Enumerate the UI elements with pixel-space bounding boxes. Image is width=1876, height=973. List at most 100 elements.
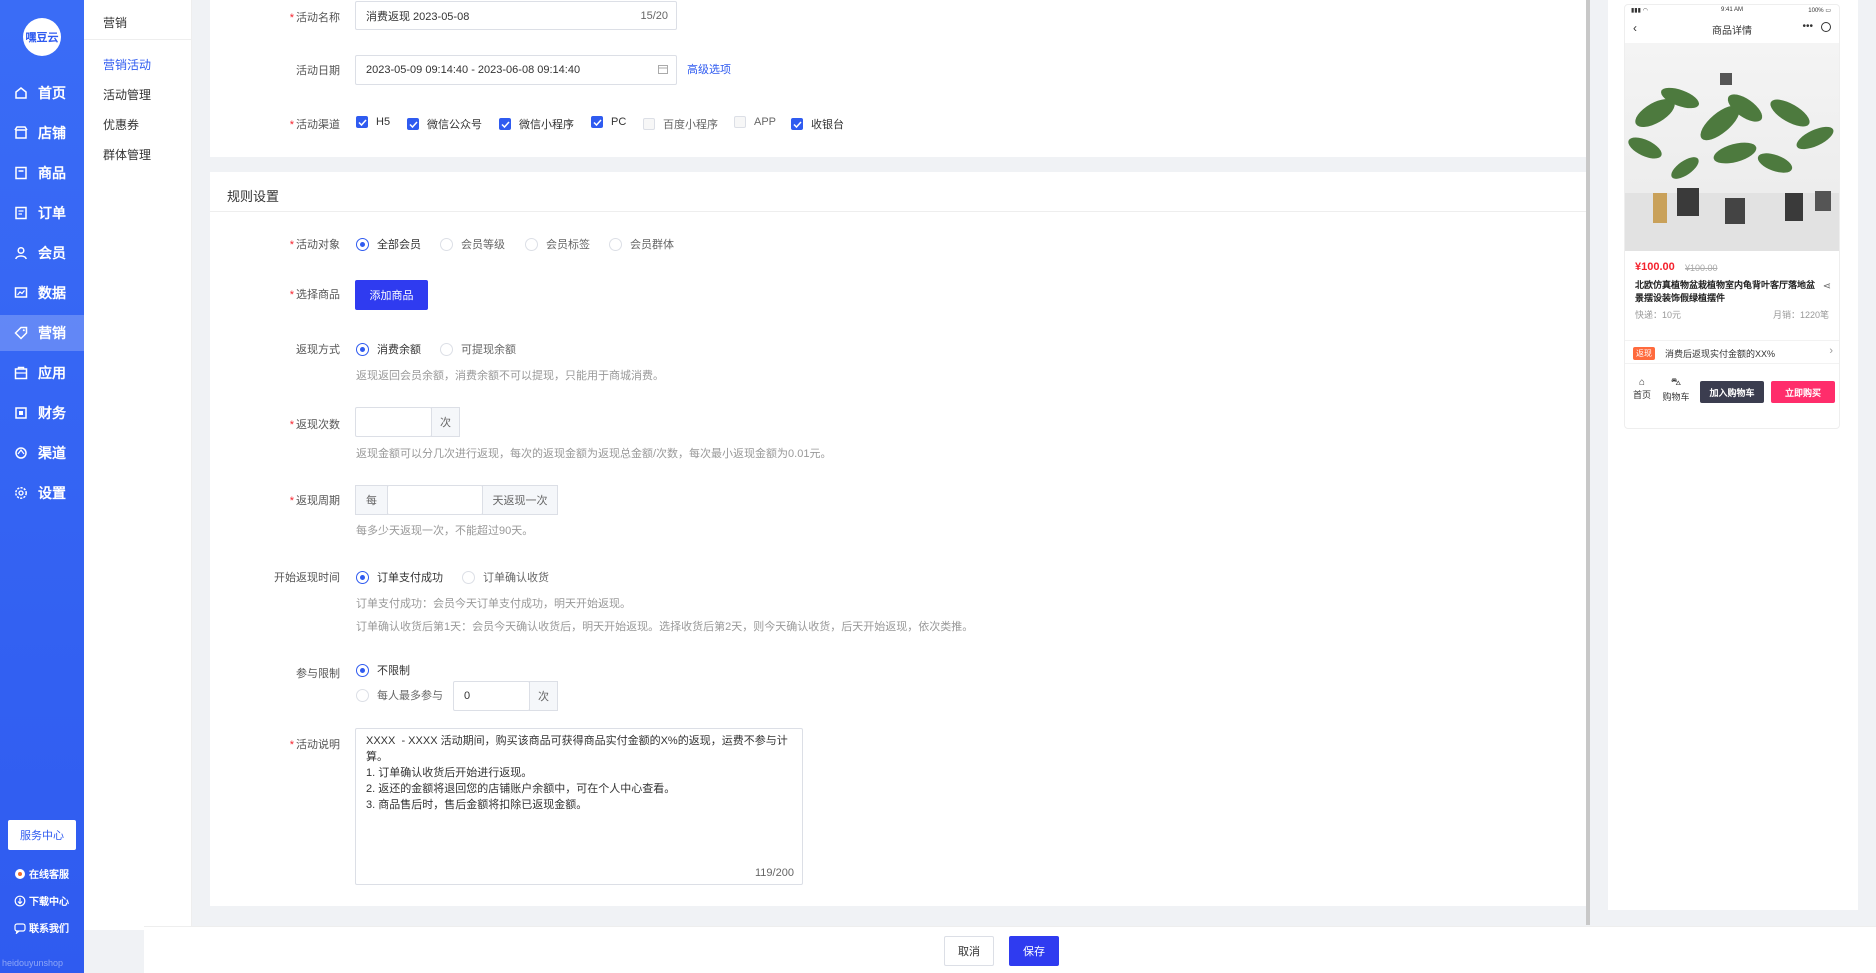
target-radio-all[interactable]: 全部会员 xyxy=(356,236,421,252)
scrollbar[interactable] xyxy=(1586,0,1590,925)
subnav-item-coupon[interactable]: 优惠券 xyxy=(103,116,139,133)
nav-item-home[interactable]: 首页 xyxy=(0,75,84,111)
nav-label: 财务 xyxy=(38,405,66,421)
product-sold: 月销：1220笔 xyxy=(1772,310,1829,320)
chart-icon xyxy=(14,286,28,300)
message-icon xyxy=(14,922,26,934)
rebate-text: 消费后返现实付金额的XX% xyxy=(1665,349,1776,359)
save-button[interactable]: 保存 xyxy=(1009,936,1059,966)
battery-status: 100% ▭ xyxy=(1808,8,1831,14)
times-help: 返现金额可以分几次进行返现，每次的返现金额为返现总金额/次数，每次最小返现金额为… xyxy=(356,448,832,460)
limit-radio-each[interactable]: 每人最多参与 xyxy=(356,687,443,703)
nav-item-member[interactable]: 会员 xyxy=(0,235,84,271)
channel-checkbox-wechat-official[interactable]: 微信公众号 xyxy=(407,116,482,132)
method-help: 返现返回会员余额，消费余额不可以提现，只能用于商城消费。 xyxy=(356,370,664,382)
activity-date-picker[interactable]: 2023-05-09 09:14:40 - 2023-06-08 09:14:4… xyxy=(355,55,677,85)
cancel-button[interactable]: 取消 xyxy=(944,936,994,966)
phone-frame: ▮▮▮ ◠ 9:41 AM 100% ▭ ‹ 商品详情 ••• ¥100.00 … xyxy=(1624,4,1840,429)
subnav-item-group-manage[interactable]: 群体管理 xyxy=(103,146,151,163)
cart-icon: ⛍ xyxy=(1670,377,1682,388)
buy-now-button[interactable]: 立即购买 xyxy=(1771,381,1835,403)
tag-icon xyxy=(14,326,28,340)
nav-item-data[interactable]: 数据 xyxy=(0,275,84,311)
channel-checkbox-cashier[interactable]: 收银台 xyxy=(791,116,844,132)
price-card: ¥100.00 ¥100.00 北欧仿真植物盆栽植物室内龟背叶客厅落地盆景摆设装… xyxy=(1629,251,1837,331)
activity-date-label: 活动日期 xyxy=(296,65,340,77)
channel-checkbox-pc[interactable]: PC xyxy=(591,116,626,128)
advanced-options-link[interactable]: 高级选项 xyxy=(687,61,731,77)
download-icon xyxy=(14,895,26,907)
sub-nav: 营销 营销活动 活动管理 优惠券 群体管理 xyxy=(84,0,192,930)
nav-item-app[interactable]: 应用 xyxy=(0,355,84,391)
start-radio-received[interactable]: 订单确认收货 xyxy=(462,569,549,585)
nav-item-shop[interactable]: 店铺 xyxy=(0,115,84,151)
activity-name-input[interactable]: 消费返现 2023-05-08 15/20 xyxy=(355,1,677,30)
shop-icon xyxy=(14,126,28,140)
nav-item-channel[interactable]: 渠道 xyxy=(0,435,84,471)
desc-textarea[interactable]: XXXX - XXXX 活动期间，购买该商品可获得商品实付金额的X%的返现，运费… xyxy=(355,728,803,885)
method-radio-withdraw[interactable]: 可提现余额 xyxy=(440,341,516,357)
start-label: 开始返现时间 xyxy=(274,572,340,584)
subnav-item-marketing-activity[interactable]: 营销活动 xyxy=(103,56,151,73)
nav-label: 订单 xyxy=(38,205,66,221)
times-label: * 返现次数 xyxy=(289,419,340,431)
online-service-link[interactable]: 在线客服 xyxy=(14,866,69,881)
nav-item-marketing[interactable]: 营销 xyxy=(0,315,84,351)
tab-cart[interactable]: ⛍ 购物车 xyxy=(1661,377,1691,403)
times-input[interactable] xyxy=(355,407,432,437)
home-icon xyxy=(14,86,28,100)
cycle-suffix: 天返现一次 xyxy=(482,485,558,515)
goods-label: * 选择商品 xyxy=(289,289,340,301)
nav-item-goods[interactable]: 商品 xyxy=(0,155,84,191)
nav-item-settings[interactable]: 设置 xyxy=(0,475,84,511)
cycle-help: 每多少天返现一次，不能超过90天。 xyxy=(356,525,534,537)
nav-label: 店铺 xyxy=(38,125,66,141)
method-radio-consume[interactable]: 消费余额 xyxy=(356,341,421,357)
channel-checkbox-wechat-mini[interactable]: 微信小程序 xyxy=(499,116,574,132)
method-label: 返现方式 xyxy=(296,344,340,356)
nav-label: 渠道 xyxy=(38,445,66,461)
target-radio-level[interactable]: 会员等级 xyxy=(440,236,505,252)
cycle-input[interactable] xyxy=(387,485,483,515)
nav-item-order[interactable]: 订单 xyxy=(0,195,84,231)
goods-icon xyxy=(14,166,28,180)
desc-char-count: 119/200 xyxy=(755,867,794,879)
app-icon xyxy=(14,366,28,380)
target-radio-group[interactable]: 会员群体 xyxy=(609,236,674,252)
add-goods-button[interactable]: 添加商品 xyxy=(355,280,428,310)
nav-label: 应用 xyxy=(38,365,66,381)
bottom-action-bar: ⌂ 首页 ⛍ 购物车 加入购物车 立即购买 xyxy=(1625,373,1839,409)
target-radio-tag[interactable]: 会员标签 xyxy=(525,236,590,252)
limit-input[interactable]: 0 xyxy=(453,681,530,711)
cycle-label: * 返现周期 xyxy=(289,495,340,507)
nav-label: 营销 xyxy=(38,325,66,341)
gear-icon xyxy=(14,486,28,500)
product-price: ¥100.00 xyxy=(1635,261,1675,273)
contact-us-link[interactable]: 联系我们 xyxy=(14,920,69,935)
nav-label: 商品 xyxy=(38,165,66,181)
channel-icon xyxy=(14,446,28,460)
channel-checkbox-baidu-mini[interactable]: 百度小程序 xyxy=(643,116,718,132)
divider xyxy=(210,211,1588,212)
rebate-row[interactable]: 返现 消费后返现实付金额的XX% › xyxy=(1625,340,1839,364)
store-icon: ⌂ xyxy=(1638,377,1646,388)
nav-item-finance[interactable]: 财务 xyxy=(0,395,84,431)
chevron-right-icon: › xyxy=(1829,345,1833,357)
target-icon[interactable] xyxy=(1821,22,1831,32)
service-center-button[interactable]: 服务中心 xyxy=(8,820,76,850)
subnav-item-activity-manage[interactable]: 活动管理 xyxy=(103,86,151,103)
channel-checkbox-app[interactable]: APP xyxy=(734,116,776,128)
download-center-link[interactable]: 下载中心 xyxy=(14,893,69,908)
tab-home[interactable]: ⌂ 首页 xyxy=(1631,377,1653,401)
desc-label: * 活动说明 xyxy=(289,739,340,751)
nav-label: 设置 xyxy=(38,485,66,501)
more-icon[interactable]: ••• xyxy=(1802,21,1813,32)
start-radio-paid[interactable]: 订单支付成功 xyxy=(356,569,443,585)
nav-footer-text: heidouyunshop xyxy=(2,958,64,968)
share-icon[interactable]: ⋖ xyxy=(1823,281,1831,292)
section-title: 规则设置 xyxy=(227,189,280,204)
add-to-cart-button[interactable]: 加入购物车 xyxy=(1700,381,1764,403)
channel-checkbox-h5[interactable]: H5 xyxy=(356,116,390,128)
limit-radio-none[interactable]: 不限制 xyxy=(356,662,410,678)
cycle-prefix: 每 xyxy=(355,485,388,515)
